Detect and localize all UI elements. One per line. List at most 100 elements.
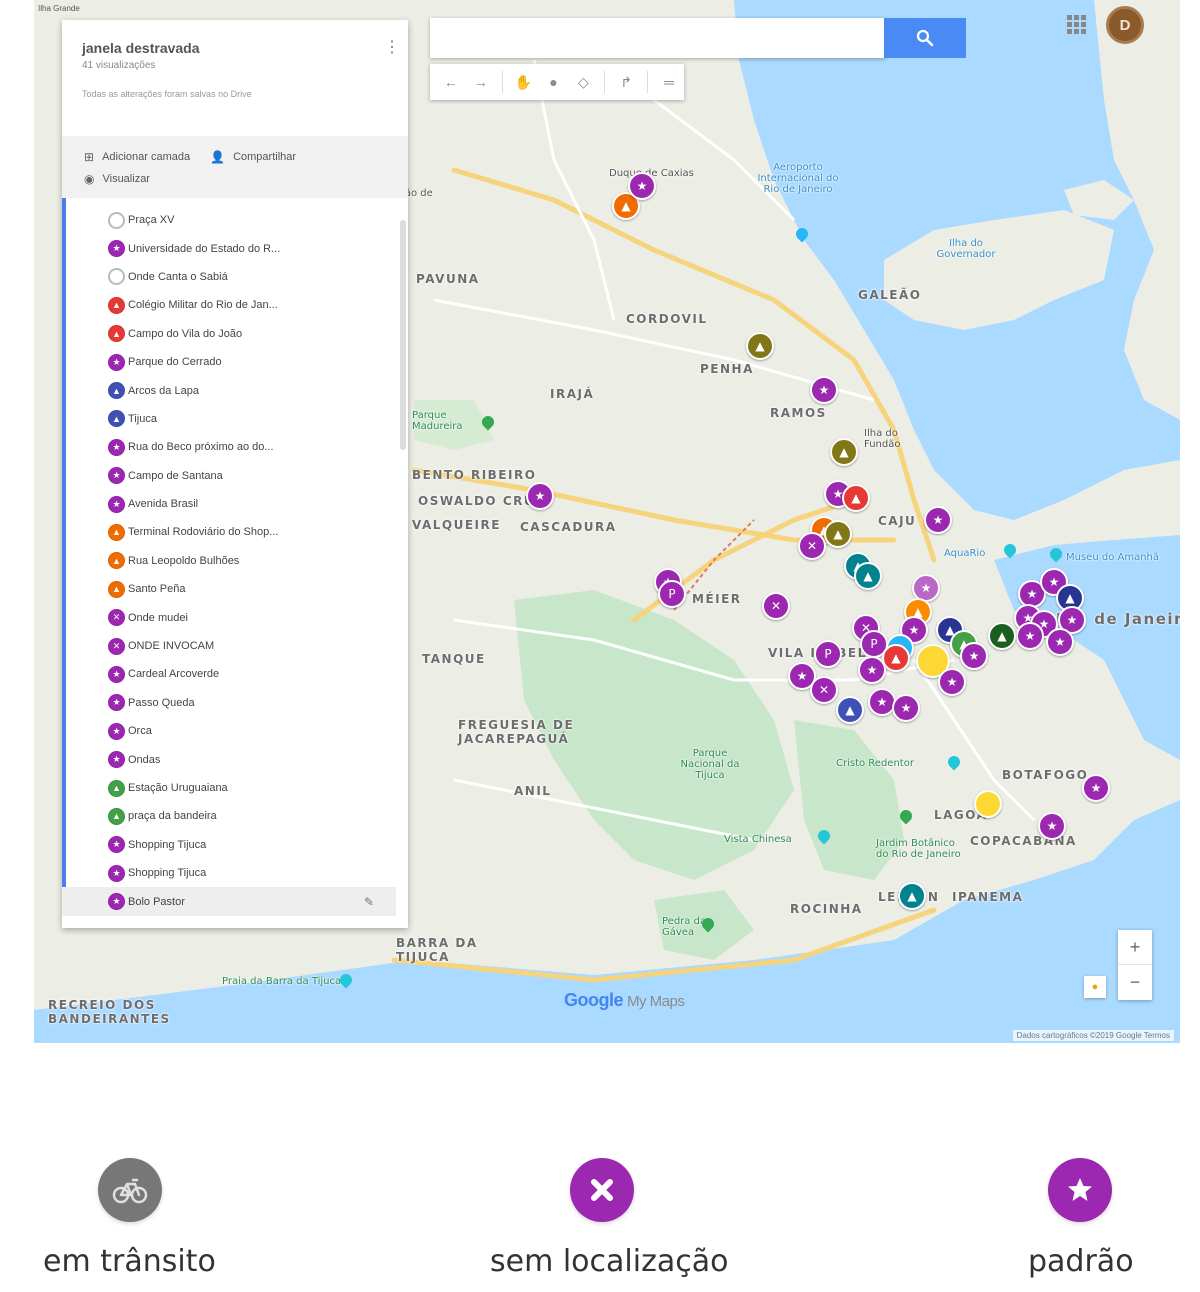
apps-grid-icon[interactable] bbox=[1064, 12, 1088, 36]
map-marker[interactable]: ✕ bbox=[810, 676, 838, 704]
map-title[interactable]: janela destravada bbox=[82, 40, 388, 56]
map-marker[interactable]: ★ bbox=[526, 482, 554, 510]
map-attribution[interactable]: Dados cartográficos ©2019 Google Termos bbox=[1012, 1030, 1174, 1041]
place-aquario: AquaRio bbox=[944, 548, 986, 559]
map-marker[interactable]: ★ bbox=[1046, 628, 1074, 656]
layer-list-item[interactable]: ▲ Santo Peña bbox=[108, 575, 408, 603]
search-input[interactable] bbox=[430, 18, 886, 58]
layer-list-item[interactable]: ▲ Rua Leopoldo Bulhões bbox=[108, 547, 408, 575]
map-marker[interactable]: P bbox=[658, 580, 686, 608]
polygon-icon[interactable]: ◇ bbox=[568, 67, 598, 97]
share-icon: 👤 bbox=[210, 150, 226, 164]
place-vista-chinesa: Vista Chinesa bbox=[724, 834, 792, 845]
layer-list-item[interactable]: ▲ Colégio Militar do Rio de Jan... bbox=[108, 291, 408, 319]
layer-list-item[interactable]: ★ Parque do Cerrado bbox=[108, 348, 408, 376]
layer-marker-icon: ★ bbox=[108, 836, 125, 854]
layer-list-item[interactable]: ✕ Onde mudei bbox=[108, 603, 408, 631]
map-marker[interactable]: ★ bbox=[1082, 774, 1110, 802]
map-marker[interactable]: ▲ bbox=[836, 696, 864, 724]
ruler-icon[interactable]: ═ bbox=[654, 67, 684, 97]
map-marker[interactable]: ▲ bbox=[842, 484, 870, 512]
layer-marker-icon: ★ bbox=[108, 438, 125, 456]
layer-marker-icon: ★ bbox=[108, 751, 125, 769]
layer-list-item[interactable]: ▲ Arcos da Lapa bbox=[108, 376, 408, 404]
route-icon[interactable]: ↱ bbox=[611, 67, 641, 97]
layer-list-item[interactable]: ★ Shopping Tijuca bbox=[108, 859, 408, 887]
map-marker[interactable]: ★ bbox=[938, 668, 966, 696]
layer-list-item[interactable]: ★ Campo de Santana bbox=[108, 462, 408, 490]
hand-icon[interactable]: ✋ bbox=[509, 67, 539, 97]
layer-item-label: Ondas bbox=[128, 753, 161, 766]
place-valqueire: VALQUEIRE bbox=[412, 518, 501, 532]
map-marker[interactable]: ★ bbox=[1016, 622, 1044, 650]
layer-item-label: Cardeal Arcoverde bbox=[128, 668, 220, 681]
map-marker[interactable]: ★ bbox=[628, 172, 656, 200]
map-marker[interactable]: ★ bbox=[858, 656, 886, 684]
map-marker[interactable] bbox=[974, 790, 1002, 818]
panel-actions: ⊞ Adicionar camada 👤 Compartilhar ◉ Visu… bbox=[62, 136, 408, 198]
layer-list-item[interactable]: ★ Bolo Pastor ✎ bbox=[62, 887, 396, 916]
marker-icon[interactable]: ● bbox=[539, 67, 569, 97]
search-button[interactable] bbox=[884, 18, 966, 58]
layer-item-label: Colégio Militar do Rio de Jan... bbox=[128, 299, 278, 312]
layer-item-label: Santo Peña bbox=[128, 583, 186, 596]
place-parque-nacional: Parque Nacional da Tijuca bbox=[680, 748, 740, 781]
layer-list-item[interactable]: ★ Orca bbox=[108, 717, 408, 745]
map-marker[interactable]: ▲ bbox=[882, 644, 910, 672]
add-layer-button[interactable]: Adicionar camada bbox=[102, 151, 190, 163]
redo-icon[interactable]: → bbox=[466, 67, 496, 97]
view-count: 41 visualizações bbox=[82, 60, 156, 71]
share-button[interactable]: Compartilhar bbox=[233, 151, 296, 163]
preview-button[interactable]: Visualizar bbox=[102, 173, 150, 185]
panel-scrollbar[interactable] bbox=[400, 220, 406, 450]
layer-list-item[interactable]: ★ Cardeal Arcoverde bbox=[108, 660, 408, 688]
map-marker[interactable]: ★ bbox=[810, 376, 838, 404]
undo-icon[interactable]: ← bbox=[436, 67, 466, 97]
map-marker[interactable]: ✕ bbox=[762, 592, 790, 620]
layer-list-item[interactable]: ▲ Terminal Rodoviário do Shop... bbox=[108, 518, 408, 546]
map-marker[interactable]: ▲ bbox=[746, 332, 774, 360]
place-recreio: RECREIO DOS BANDEIRANTES bbox=[48, 998, 171, 1026]
layer-list-item[interactable]: ▲ praça da bandeira bbox=[108, 802, 408, 830]
layer-list-item[interactable]: ★ Ondas bbox=[108, 745, 408, 773]
place-ilha-fundao: Ilha do Fundão bbox=[864, 428, 901, 450]
layer-list-item[interactable]: Onde Canta o Sabiá bbox=[108, 263, 408, 291]
layer-list-item[interactable]: ✕ ONDE INVOCAM bbox=[108, 632, 408, 660]
layer-list-item[interactable]: ▲ Estação Uruguaiana bbox=[108, 774, 408, 802]
layer-item-label: Onde Canta o Sabiá bbox=[128, 270, 228, 283]
layer-item-label: ONDE INVOCAM bbox=[128, 640, 215, 653]
layer-list-item[interactable]: ★ Shopping Tijuca bbox=[108, 831, 408, 859]
map-marker[interactable]: ▲ bbox=[988, 622, 1016, 650]
map-marker[interactable]: ▲ bbox=[854, 562, 882, 590]
more-options-icon[interactable]: ⋮ bbox=[384, 38, 400, 58]
layer-list-item[interactable]: ★ Rua do Beco próximo ao do... bbox=[108, 433, 408, 461]
map-marker[interactable]: ★ bbox=[924, 506, 952, 534]
avatar[interactable]: D bbox=[1106, 6, 1144, 44]
layer-item-label: Arcos da Lapa bbox=[128, 384, 199, 397]
pegman-icon[interactable]: ● bbox=[1084, 976, 1106, 998]
layer-list-item[interactable]: Praça XV bbox=[108, 206, 408, 234]
layer-marker-icon: ★ bbox=[108, 665, 125, 683]
layer-list-item[interactable]: ★ Avenida Brasil bbox=[108, 490, 408, 518]
preview-icon: ◉ bbox=[84, 172, 95, 186]
map-marker[interactable]: ★ bbox=[960, 642, 988, 670]
edit-style-icon[interactable]: ✎ bbox=[364, 895, 374, 909]
layer-list-item[interactable]: ★ Passo Queda bbox=[108, 689, 408, 717]
map-marker[interactable]: ▲ bbox=[898, 882, 926, 910]
map-marker[interactable]: ✕ bbox=[798, 532, 826, 560]
layer-item-label: Passo Queda bbox=[128, 696, 195, 709]
layer-list-item[interactable]: ★ Universidade do Estado do R... bbox=[108, 234, 408, 262]
place-tanque: TANQUE bbox=[422, 652, 486, 666]
layer-list-item[interactable]: ▲ Campo do Vila do João bbox=[108, 320, 408, 348]
map-marker[interactable]: ▲ bbox=[824, 520, 852, 548]
layer-item-label: Terminal Rodoviário do Shop... bbox=[128, 526, 279, 539]
layer-list-item[interactable]: ▲ Tijuca bbox=[108, 405, 408, 433]
map-marker[interactable]: ★ bbox=[1038, 812, 1066, 840]
map-marker[interactable]: ★ bbox=[892, 694, 920, 722]
layer-marker-icon: ▲ bbox=[108, 779, 125, 797]
layer-marker-icon: ▲ bbox=[108, 296, 125, 314]
map-marker[interactable]: P bbox=[814, 640, 842, 668]
map-marker[interactable]: ▲ bbox=[830, 438, 858, 466]
zoom-out-button[interactable]: − bbox=[1118, 965, 1152, 1000]
zoom-in-button[interactable]: + bbox=[1118, 930, 1152, 965]
